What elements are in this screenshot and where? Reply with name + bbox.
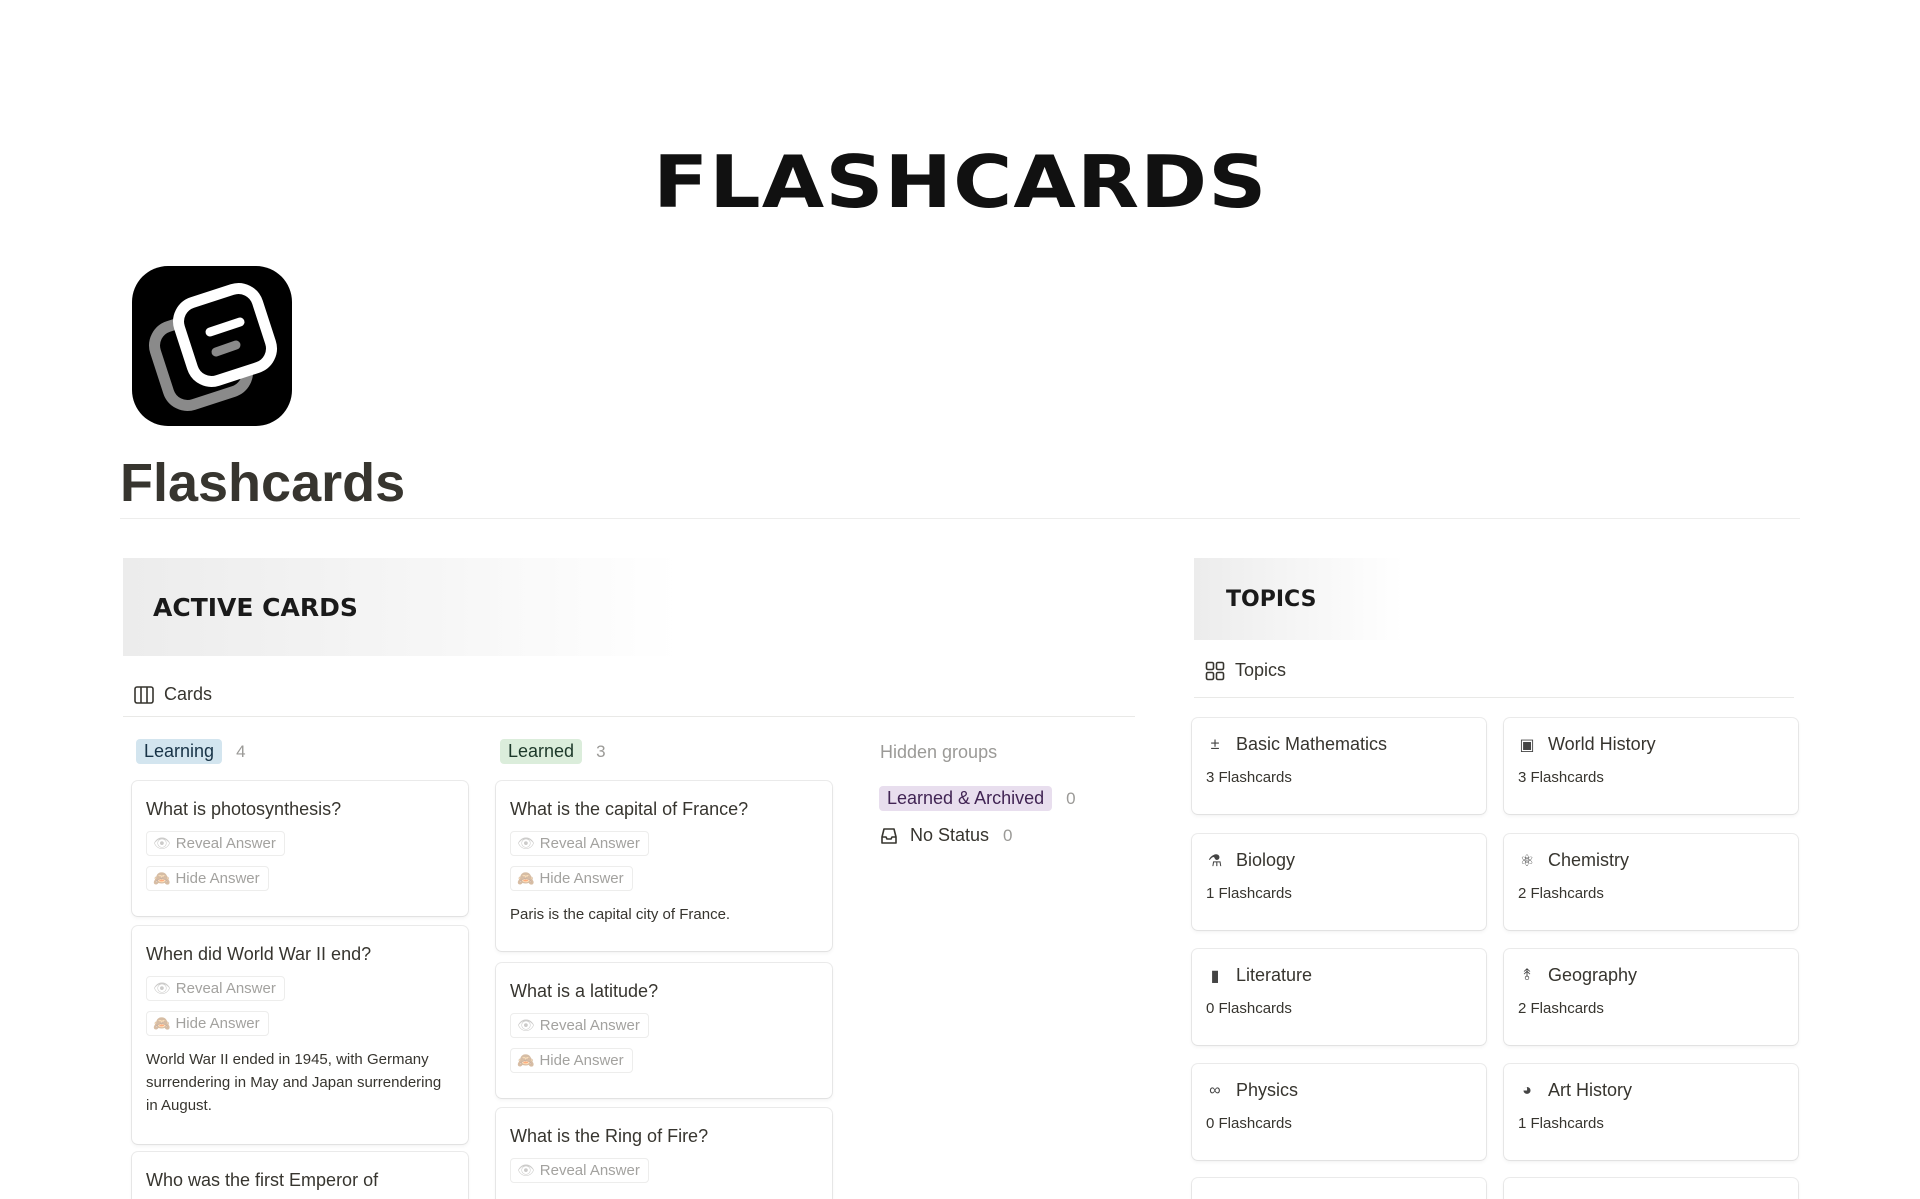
hidden-group-learned-archived[interactable]: Learned & Archived 0 (879, 786, 1076, 811)
microscope-icon: ⚗ (1207, 852, 1223, 870)
reveal-answer-button[interactable]: 👁 Reveal Answer (146, 831, 285, 856)
title-divider (120, 518, 1800, 519)
topics-heading: TOPICS (1226, 586, 1317, 612)
group-label: Learning (136, 739, 223, 764)
flashcard[interactable]: What is photosynthesis? 👁 Reveal Answer 🙈… (132, 781, 468, 916)
scroll-icon: ▣ (1519, 736, 1535, 754)
topic-count: 3 Flashcards (1518, 769, 1604, 786)
hide-answer-button[interactable]: 🙈 Hide Answer (510, 1048, 633, 1073)
topic-count: 2 Flashcards (1518, 885, 1604, 902)
group-count: 0 (1066, 788, 1076, 808)
card-answer: World War II ended in 1945, with Germany… (146, 1051, 442, 1114)
eye-icon: 👁 (153, 835, 171, 851)
card-question: What is a latitude? (510, 981, 659, 1001)
inbox-icon (881, 827, 897, 844)
eye-icon: 👁 (517, 835, 535, 851)
monkey-icon: 🙈 (153, 1015, 171, 1031)
reveal-answer-button[interactable]: 👁 Reveal Answer (510, 1158, 649, 1183)
board-icon (134, 685, 154, 704)
card-answer: Paris is the capital city of France. (510, 906, 731, 923)
topics-header: TOPICS (1194, 558, 1794, 640)
topic-name: Art History (1548, 1080, 1633, 1100)
active-cards-header: ACTIVE CARDS (123, 558, 1135, 656)
topic-card-literature[interactable]: ▮ Literature 0 Flashcards (1192, 949, 1486, 1045)
card-question: Who was the first Emperor of (146, 1170, 379, 1190)
monkey-icon: 🙈 (153, 870, 171, 886)
topic-name: Physics (1236, 1080, 1299, 1100)
card-question: What is photosynthesis? (146, 799, 342, 819)
group-label: No Status (910, 825, 990, 845)
view-divider (123, 716, 1135, 717)
flashcard[interactable]: What is the Ring of Fire? 👁 Reveal Answer (496, 1108, 832, 1199)
reveal-answer-button[interactable]: 👁 Reveal Answer (510, 1013, 649, 1038)
gallery-icon (1205, 661, 1225, 680)
flashcard[interactable]: What is a latitude? 👁 Reveal Answer 🙈 Hide… (496, 963, 832, 1098)
group-label: Learned (500, 739, 583, 764)
reveal-answer-button[interactable]: 👁 Reveal Answer (510, 831, 649, 856)
topic-name: World History (1548, 734, 1656, 754)
topic-card[interactable] (1192, 1178, 1486, 1199)
view-tab-label: Topics (1235, 660, 1287, 680)
active-cards-heading: ACTIVE CARDS (153, 592, 358, 622)
hide-answer-button[interactable]: 🙈 Hide Answer (510, 866, 633, 891)
topic-name: Chemistry (1548, 850, 1630, 870)
group-learning[interactable]: Learning 4 (136, 739, 246, 764)
group-count: 3 (596, 741, 606, 761)
topic-card-physics[interactable]: ∞ Physics 0 Flashcards (1192, 1064, 1486, 1160)
group-learned[interactable]: Learned 3 (500, 739, 606, 764)
page-icon[interactable] (132, 266, 292, 426)
view-tab-label: Cards (164, 684, 213, 704)
eye-icon: 👁 (517, 1017, 535, 1033)
hide-answer-button[interactable]: 🙈 Hide Answer (146, 866, 269, 891)
cover-banner: FLASHCARDS (0, 0, 1920, 240)
group-count: 0 (1003, 825, 1013, 845)
flashcard[interactable]: What is the capital of France? 👁 Reveal A… (496, 781, 832, 951)
topic-name: Basic Mathematics (1236, 734, 1388, 754)
monkey-icon: 🙈 (517, 870, 535, 886)
page-title: Flashcards (120, 453, 406, 513)
topic-count: 0 Flashcards (1206, 1115, 1292, 1132)
monkey-icon: 🙈 (517, 1052, 535, 1068)
flashcard[interactable]: When did World War II end? 👁 Reveal Answe… (132, 926, 468, 1144)
topic-card-basic-mathematics[interactable]: ± Basic Mathematics 3 Flashcards (1192, 718, 1486, 814)
topic-card-world-history[interactable]: ▣ World History 3 Flashcards (1504, 718, 1798, 814)
infinity-icon: ∞ (1209, 1081, 1221, 1099)
view-tab-cards[interactable]: Cards (134, 684, 212, 705)
eye-icon: 👁 (517, 1162, 535, 1178)
topic-name: Biology (1236, 850, 1296, 870)
eye-icon: 👁 (153, 980, 171, 996)
topics-view-divider (1194, 697, 1794, 698)
reveal-answer-button[interactable]: 👁 Reveal Answer (146, 976, 285, 1001)
plus-minus-icon: ± (1210, 735, 1220, 753)
topic-count: 1 Flashcards (1206, 885, 1292, 902)
topic-count: 1 Flashcards (1518, 1115, 1604, 1132)
group-count: 4 (236, 741, 246, 761)
hidden-group-no-status[interactable]: No Status 0 (880, 825, 1013, 846)
topic-card-geography[interactable]: ⥉ Geography 2 Flashcards (1504, 949, 1798, 1045)
topic-card-chemistry[interactable]: ⚛ Chemistry 2 Flashcards (1504, 834, 1798, 930)
group-label: Learned & Archived (879, 786, 1053, 811)
topic-count: 3 Flashcards (1206, 769, 1292, 786)
hidden-groups-label: Hidden groups (880, 742, 998, 762)
topic-count: 2 Flashcards (1518, 1000, 1604, 1017)
card-question: What is the Ring of Fire? (510, 1126, 709, 1146)
topic-name: Literature (1236, 965, 1313, 985)
card-question: When did World War II end? (146, 944, 372, 964)
atom-icon: ⚛ (1519, 852, 1535, 870)
flashcard-logo-icon (149, 283, 277, 411)
banner-title: FLASHCARDS (652, 140, 1268, 224)
topic-card[interactable] (1504, 1178, 1798, 1199)
topic-card-biology[interactable]: ⚗ Biology 1 Flashcards (1192, 834, 1486, 930)
topic-count: 0 Flashcards (1206, 1000, 1292, 1017)
palette-icon: ◕ (1522, 1081, 1532, 1099)
flashcard[interactable]: Who was the first Emperor of (132, 1152, 468, 1199)
view-tab-topics[interactable]: Topics (1205, 660, 1286, 681)
card-question: What is the capital of France? (510, 799, 749, 819)
palm-tree-icon: ⥉ (1523, 966, 1531, 984)
topic-card-art-history[interactable]: ◕ Art History 1 Flashcards (1504, 1064, 1798, 1160)
hide-answer-button[interactable]: 🙈 Hide Answer (146, 1011, 269, 1036)
topic-name: Geography (1548, 965, 1638, 985)
book-icon: ▮ (1210, 967, 1220, 985)
